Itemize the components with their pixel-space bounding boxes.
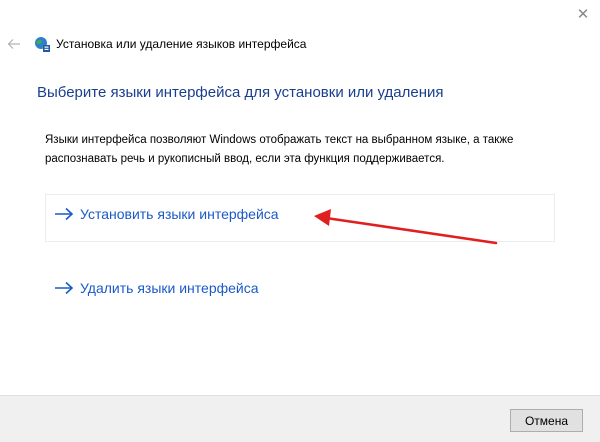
back-button[interactable] <box>4 34 24 54</box>
install-languages-label: Установить языки интерфейса <box>80 206 279 222</box>
remove-languages-label: Удалить языки интерфейса <box>80 280 259 296</box>
remove-languages-link[interactable]: Удалить языки интерфейса <box>54 276 259 300</box>
page-heading: Выберите языки интерфейса для установки … <box>37 84 444 101</box>
description-text: Языки интерфейса позволяют Windows отобр… <box>45 134 514 165</box>
arrow-right-icon <box>55 281 74 295</box>
globe-icon <box>35 37 50 52</box>
annotation-arrow <box>314 209 498 245</box>
arrow-right-icon <box>55 207 74 221</box>
close-button[interactable]: ✕ <box>566 2 600 26</box>
back-arrow-icon <box>7 39 20 49</box>
install-languages-link[interactable]: Установить языки интерфейса <box>54 202 279 226</box>
cancel-button[interactable]: Отмена <box>510 409 583 432</box>
close-icon: ✕ <box>576 6 590 23</box>
window-title: Установка или удаление языков интерфейса <box>56 37 307 51</box>
